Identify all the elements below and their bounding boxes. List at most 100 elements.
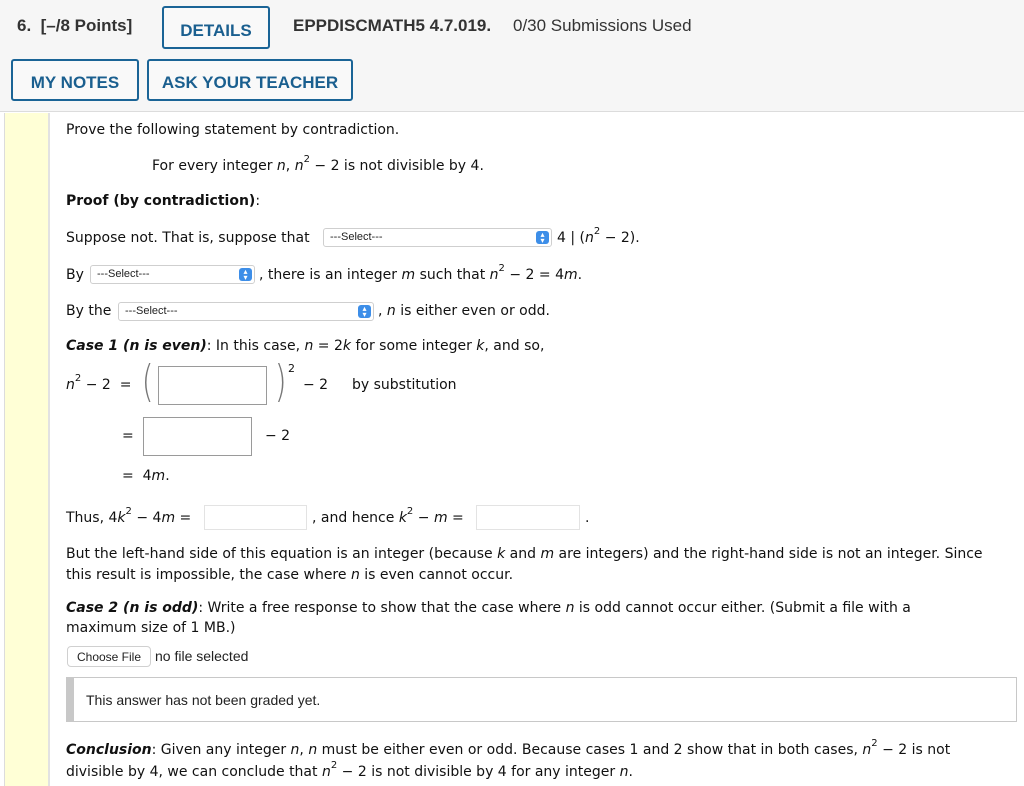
text: Thus, 4 (66, 510, 118, 526)
var-n: n (862, 742, 872, 758)
period: . (585, 510, 590, 526)
minus-two: − 2 (303, 377, 329, 393)
select-value: ---Select--- (330, 231, 383, 243)
proof-heading-text: Proof (by contradiction) (66, 193, 256, 209)
var-m: m (564, 267, 578, 283)
chevron-updown-icon: ▴ ▾ (358, 304, 371, 318)
choose-file-button[interactable]: Choose File (67, 646, 151, 667)
select-value: ---Select--- (125, 305, 178, 317)
case2-heading: Case 2 (n is odd) (66, 600, 199, 616)
text: is even cannot occur. (359, 567, 514, 583)
by-the-select[interactable]: ---Select--- ▴ ▾ (118, 302, 374, 321)
text: − 2). (600, 230, 640, 246)
text: − 2 is not divisible by 4 for any intege… (337, 764, 620, 780)
text: such that (415, 267, 490, 283)
text: − 2 is not divisible by 4. (309, 158, 484, 174)
thus-input-2[interactable] (476, 505, 580, 530)
my-notes-button[interactable]: MY NOTES (11, 59, 139, 101)
exponent: 2 (871, 738, 878, 750)
var-k: k (398, 510, 407, 526)
var-m: m (161, 510, 176, 526)
instruction-text: Prove the following statement by contrad… (66, 122, 400, 138)
thus-text: Thus, 4k2 − 4m = (66, 507, 192, 526)
text: , and hence (312, 510, 399, 526)
text: − 4 (131, 510, 162, 526)
by-suffix: , there is an integer m such that n2 − 2… (259, 264, 583, 283)
text: : (255, 193, 261, 209)
text: : In this case, (206, 338, 305, 354)
question-points: 6. [–/8 Points] (17, 16, 132, 36)
substitution-input[interactable] (158, 366, 267, 405)
question-header: 6. [–/8 Points] DETAILS EPPDISCMATH5 4.7… (0, 0, 1024, 112)
text: must be either even or odd. Because case… (317, 742, 863, 758)
by-select[interactable]: ---Select--- ▴ ▾ (90, 265, 255, 284)
question-sidebar (4, 113, 50, 786)
ask-teacher-button[interactable]: ASK YOUR TEACHER (147, 59, 353, 101)
graded-status-box: This answer has not been graded yet. (66, 677, 1017, 722)
right-paren: ) (274, 356, 287, 407)
thus-input-2-field[interactable] (477, 506, 579, 529)
equals-sign: = (122, 428, 134, 444)
suppose-select[interactable]: ---Select--- ▴ ▾ (323, 228, 552, 247)
text: 4 | ( (557, 230, 585, 246)
chevron-updown-icon: ▴ ▾ (239, 267, 252, 281)
chevron-updown-icon: ▴ ▾ (536, 230, 549, 244)
text: , there is an integer (259, 267, 402, 283)
var-m: m (151, 468, 166, 484)
text: divisible by 4, we can conclude that (66, 764, 322, 780)
var-n: n (321, 764, 331, 780)
problem-code: EPPDISCMATH5 4.7.019. (293, 16, 492, 35)
thus-input-1[interactable] (204, 505, 307, 530)
expansion-input[interactable] (143, 417, 252, 456)
text: for some integer (351, 338, 477, 354)
var-n: n (350, 567, 360, 583)
proof-heading: Proof (by contradiction): (66, 193, 260, 209)
text: , (299, 742, 309, 758)
text: = (175, 510, 192, 526)
text: and (505, 546, 541, 562)
text: is odd cannot occur either. (Submit a fi… (574, 600, 911, 616)
exponent: 2 (498, 263, 505, 275)
paren-exponent: 2 (288, 362, 295, 375)
text: , and so, (484, 338, 545, 354)
but-paragraph-line1: But the left-hand side of this equation … (66, 546, 983, 562)
equals-4m: = 4m. (122, 468, 170, 484)
text: − 2 = (81, 377, 132, 393)
choose-file-label: Choose File (76, 649, 142, 664)
var-m: m (540, 546, 555, 562)
by-text: By (66, 267, 84, 283)
text: . (628, 764, 633, 780)
text: , (285, 158, 295, 174)
text: : Given any integer (151, 742, 291, 758)
text: are integers) and the right-hand side is… (554, 546, 983, 562)
file-status: no file selected (155, 648, 249, 664)
details-button[interactable]: DETAILS (162, 6, 270, 49)
text: . (165, 468, 170, 484)
text: this result is impossible, the case wher… (66, 567, 351, 583)
case2-line2: maximum size of 1 MB.) (66, 620, 236, 636)
text: , (378, 303, 387, 319)
var-n: n (386, 303, 396, 319)
ask-teacher-label: ASK YOUR TEACHER (161, 73, 339, 92)
text: . (577, 267, 583, 283)
text: : Write a free response to show that the… (198, 600, 566, 616)
text: For every integer (152, 158, 277, 174)
text: − 2 = 4 (504, 267, 564, 283)
var-n: n (585, 230, 594, 246)
submissions-used: 0/30 Submissions Used (513, 16, 692, 35)
text: − (413, 510, 434, 526)
by-the-suffix: , n is either even or odd. (378, 303, 550, 319)
theorem-statement: For every integer n, n2 − 2 is not divis… (152, 155, 484, 174)
expansion-input-field[interactable] (144, 418, 251, 455)
var-n: n (304, 338, 314, 354)
case2-line1: Case 2 (n is odd): Write a free response… (66, 600, 911, 616)
substitution-input-field[interactable] (159, 367, 266, 404)
details-label: DETAILS (180, 21, 252, 40)
left-paren: ( (141, 356, 154, 407)
var-n: n (619, 764, 629, 780)
exponent: 2 (593, 226, 601, 238)
var-m: m (401, 267, 416, 283)
thus-input-1-field[interactable] (205, 506, 306, 529)
var-n: n (294, 158, 304, 174)
conclusion-heading: Conclusion (66, 742, 152, 758)
